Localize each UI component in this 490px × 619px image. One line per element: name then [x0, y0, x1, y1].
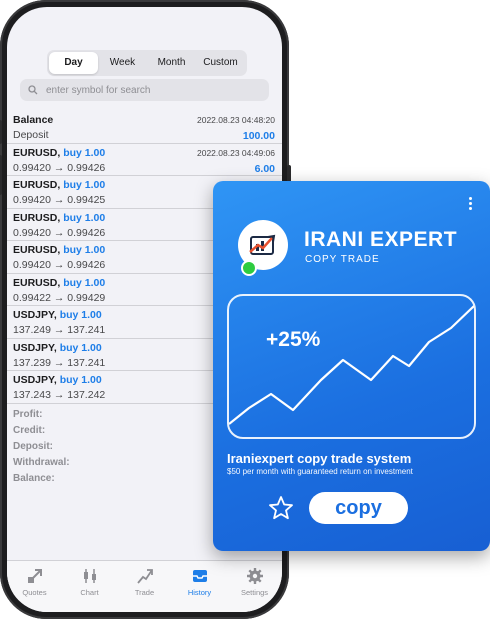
- volume-up-button: [0, 120, 2, 144]
- trade-side: buy 1.00: [59, 309, 102, 321]
- symbol-label: USDJPY,: [13, 341, 57, 354]
- star-icon[interactable]: [268, 495, 294, 521]
- tab-history[interactable]: History: [172, 561, 227, 612]
- search-bar[interactable]: [20, 79, 269, 101]
- summary-label: Deposit:: [13, 441, 53, 452]
- trade-icon: [136, 569, 153, 584]
- trade-side: buy 1.00: [63, 146, 106, 159]
- volume-down-button: [0, 155, 2, 195]
- trade-side: buy 1.00: [59, 374, 102, 386]
- summary-label: Profit:: [13, 409, 43, 420]
- inbox-icon: [192, 570, 207, 582]
- symbol-label: EURUSD,: [13, 211, 61, 224]
- trade-detail: 0.99420 → 0.99426: [13, 161, 106, 174]
- symbol-label: USDJPY,: [13, 309, 57, 321]
- trade-amount: 6.00: [254, 162, 275, 175]
- symbol-label: EURUSD,: [13, 276, 61, 289]
- copy-button[interactable]: copy: [309, 492, 408, 524]
- symbol-label: EURUSD,: [13, 146, 61, 159]
- online-status-indicator: [241, 260, 257, 276]
- summary-label: Balance:: [13, 473, 55, 484]
- quotes-icon: [27, 569, 42, 583]
- tab-label: Chart: [80, 588, 99, 597]
- trade-detail: Deposit: [13, 129, 49, 141]
- gain-percentage: +25%: [266, 328, 321, 351]
- tab-label: History: [187, 588, 212, 597]
- gear-icon: [246, 568, 263, 584]
- tab-quotes[interactable]: Quotes: [7, 561, 62, 612]
- card-title: Iraniexpert copy trade system: [227, 451, 412, 466]
- tab-label: Trade: [134, 588, 155, 597]
- brand-subtitle: COPY TRADE: [305, 254, 380, 265]
- brand-name: IRANI EXPERT: [304, 228, 458, 251]
- history-row[interactable]: EURUSD, buy 1.00 0.99420 → 0.99426 2022.08…: [7, 144, 282, 176]
- growth-line: [229, 305, 474, 425]
- tab-settings[interactable]: Settings: [227, 561, 282, 612]
- tab-trade[interactable]: Trade: [117, 561, 172, 612]
- summary-label: Credit:: [13, 425, 46, 436]
- search-input[interactable]: [44, 83, 258, 97]
- tab-chart[interactable]: Chart: [62, 561, 117, 612]
- symbol-label: EURUSD,: [13, 179, 61, 191]
- bottom-tab-bar: Quotes Chart Trade History Settings: [7, 560, 282, 612]
- trade-side: buy 1.00: [63, 244, 106, 256]
- summary-section: Profit: Credit: Deposit: Withdrawal: Balance…: [13, 407, 70, 487]
- copy-trade-card: IRANI EXPERT COPY TRADE +25% Iraniexpert…: [213, 181, 490, 551]
- card-description: $50 per month with guaranteed return on …: [227, 467, 413, 476]
- symbol-label: EURUSD,: [13, 244, 61, 256]
- candlestick-icon: [83, 569, 96, 583]
- history-row[interactable]: Balance Deposit 2022.08.23 04:48:20 100.00: [7, 111, 282, 144]
- trade-side: buy 1.00: [63, 276, 106, 289]
- period-segmented-control: Day Week Month Custom: [47, 50, 247, 76]
- tab-custom[interactable]: Custom: [196, 52, 245, 74]
- search-icon: [28, 85, 38, 95]
- trade-side: buy 1.00: [63, 211, 106, 224]
- tab-day[interactable]: Day: [49, 52, 98, 74]
- tab-week[interactable]: Week: [98, 52, 147, 74]
- tab-label: Quotes: [22, 588, 47, 597]
- more-options-icon[interactable]: [469, 197, 473, 212]
- trade-amount: 100.00: [242, 130, 275, 142]
- symbol-label: Balance: [13, 114, 54, 126]
- tab-month[interactable]: Month: [147, 52, 196, 74]
- symbol-label: USDJPY,: [13, 374, 57, 386]
- performance-chart: +25%: [227, 294, 476, 439]
- trade-date: 2022.08.23 04:48:20: [197, 115, 275, 125]
- tab-label: Settings: [240, 588, 269, 597]
- summary-label: Withdrawal:: [13, 457, 70, 468]
- trade-side: buy 1.00: [63, 179, 106, 191]
- trade-date: 2022.08.23 04:49:06: [197, 147, 275, 158]
- trade-side: buy 1.00: [59, 341, 102, 354]
